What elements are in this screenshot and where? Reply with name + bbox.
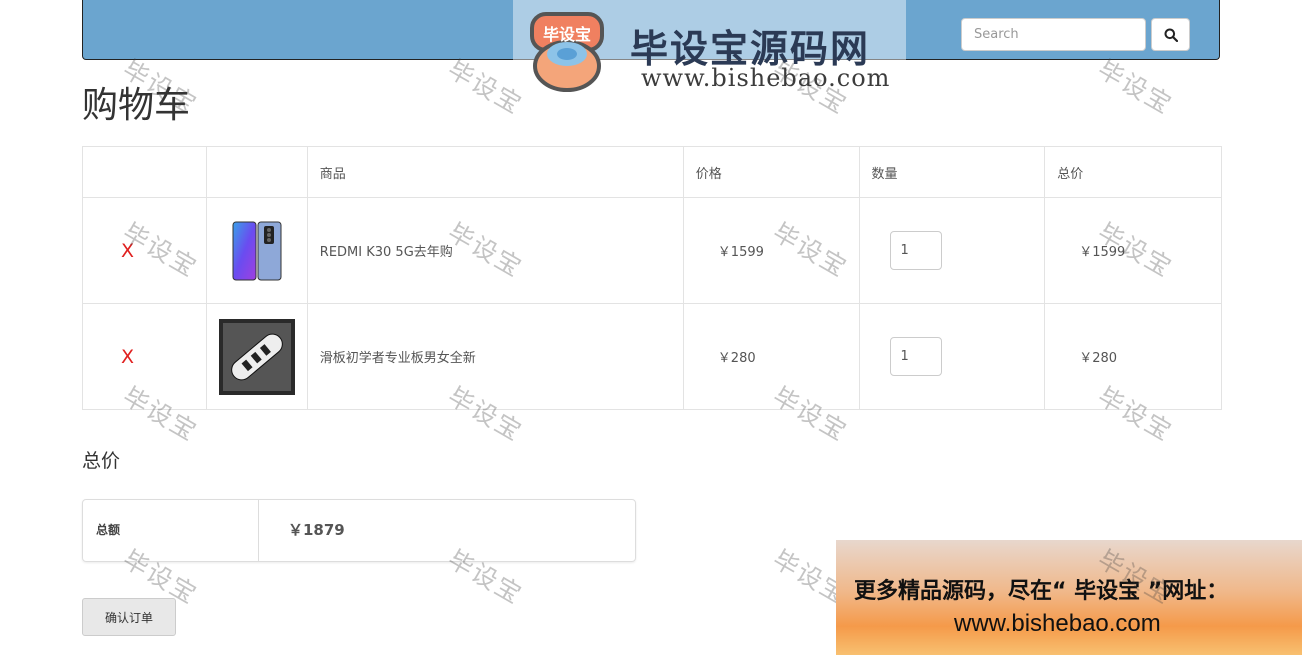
product-name-cell: REDMI K30 5G去年购 xyxy=(306,197,684,304)
table-row: X 滑板初学者专业板男女全新 ￥280 ￥280 xyxy=(82,303,1222,410)
delete-cell: X xyxy=(82,197,207,304)
table-row: X REDMI K30 5G去年购 ￥1599 1 ￥1599 xyxy=(82,197,1222,304)
image-cell xyxy=(205,303,308,410)
quantity-input[interactable] xyxy=(889,231,942,270)
cart-table: 商品 价格 数量 总价 X REDMI K30 5G去年购 ￥1599 1 ￥1… xyxy=(82,146,1222,410)
delete-button[interactable]: X xyxy=(121,346,134,368)
promo-banner: 更多精品源码，尽在“ 毕设宝 ”网址： www.bishebao.com xyxy=(836,540,1302,655)
delete-button[interactable]: X xyxy=(121,240,134,262)
table-header-row: 商品 价格 数量 总价 xyxy=(82,146,1222,198)
logo-url: www.bishebao.com xyxy=(641,64,891,92)
header-price: 价格 xyxy=(682,146,860,198)
quantity-cell xyxy=(858,303,1046,410)
phone-image[interactable] xyxy=(231,220,283,282)
banner-text: 更多精品源码，尽在“ 毕设宝 ”网址： xyxy=(854,579,1229,604)
confirm-order-button[interactable]: 确认订单 xyxy=(82,598,176,636)
total-value: ￥1599 xyxy=(1079,245,1126,260)
image-cell xyxy=(205,197,308,304)
site-logo: 毕设宝 毕设宝源码网 www.bishebao.com xyxy=(513,0,906,100)
logo-mascot-icon: 毕设宝 xyxy=(530,12,604,92)
header-quantity: 数量 xyxy=(858,146,1046,198)
watermark: 毕设宝 xyxy=(1093,54,1178,120)
header-image xyxy=(205,146,308,198)
page-title: 购物车 xyxy=(82,85,191,126)
price-cell: ￥1599 xyxy=(682,197,860,304)
price-value: ￥1599 xyxy=(717,245,764,260)
summary-divider xyxy=(258,500,259,561)
price-value: ￥280 xyxy=(717,351,756,366)
banner-url: www.bishebao.com xyxy=(954,610,1161,637)
skateboard-image[interactable] xyxy=(218,318,295,395)
quantity-input[interactable] xyxy=(889,337,942,376)
quantity-cell xyxy=(858,197,1046,304)
summary-title: 总价 xyxy=(82,450,121,472)
total-cell: ￥280 xyxy=(1044,303,1222,410)
svg-text:毕设宝: 毕设宝 xyxy=(543,25,591,44)
price-cell: ￥280 xyxy=(682,303,860,410)
total-cell: ￥1599 xyxy=(1044,197,1222,304)
header-total: 总价 xyxy=(1044,146,1222,198)
product-name-cell: 滑板初学者专业板男女全新 xyxy=(306,303,684,410)
header-delete xyxy=(82,146,207,198)
search-icon xyxy=(1164,28,1178,42)
header-product: 商品 xyxy=(306,146,684,198)
delete-cell: X xyxy=(82,303,207,410)
search-input[interactable] xyxy=(961,18,1146,51)
summary-value: ￥1879 xyxy=(288,521,345,539)
total-value: ￥280 xyxy=(1079,351,1118,366)
summary-label: 总额 xyxy=(96,523,121,537)
search-button[interactable] xyxy=(1151,18,1190,51)
summary-box: 总额 ￥1879 xyxy=(82,499,636,562)
